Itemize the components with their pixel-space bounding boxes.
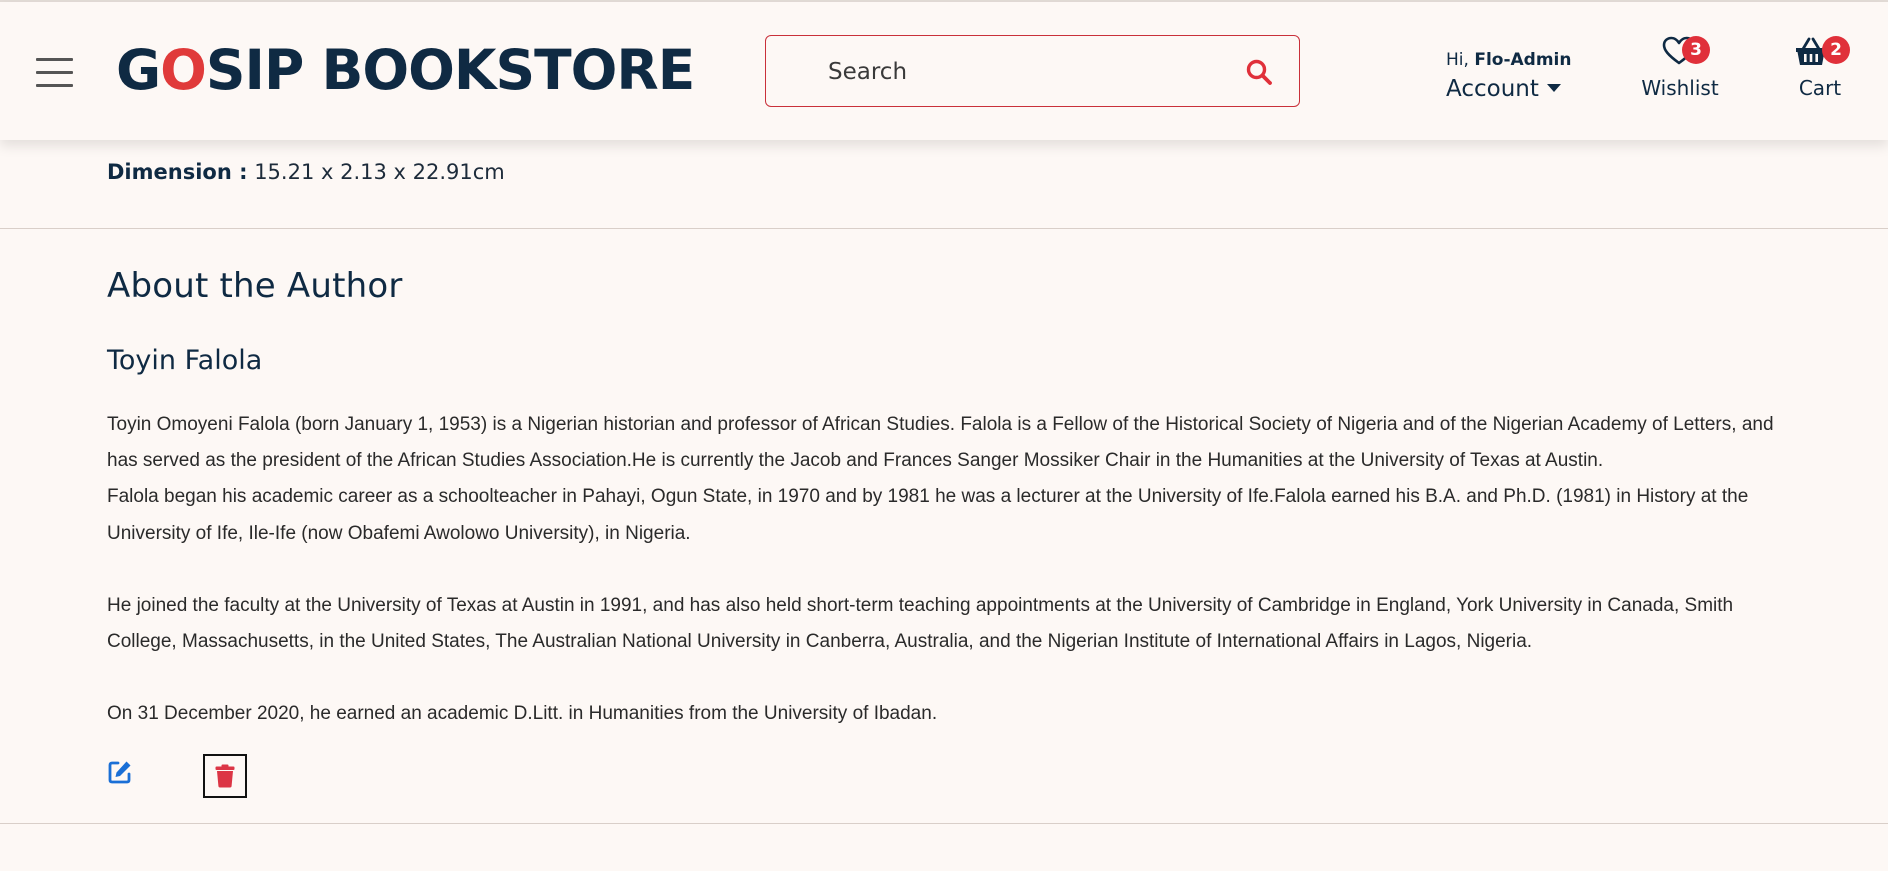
- bottom-divider: [0, 823, 1888, 824]
- wishlist-link[interactable]: 3 Wishlist: [1638, 32, 1722, 102]
- account-dropdown[interactable]: Account: [1446, 72, 1586, 106]
- wishlist-label: Wishlist: [1641, 76, 1719, 100]
- search-input[interactable]: [826, 36, 1230, 108]
- cart-label: Cart: [1798, 76, 1842, 100]
- search-icon[interactable]: [1245, 58, 1273, 86]
- author-name: Toyin Falola: [107, 345, 263, 376]
- trash-icon: [215, 764, 235, 788]
- dimension-value: 15.21 x 2.13 x 22.91cm: [254, 160, 505, 184]
- logo-text: SIP BOOKSTORE: [205, 38, 695, 102]
- site-header: GOSIP BOOKSTORE Hi, Flo-Admin Account 3 …: [0, 2, 1888, 140]
- bio-paragraph-3: He joined the faculty at the University …: [107, 594, 1734, 653]
- about-author-heading: About the Author: [107, 266, 403, 306]
- section-divider: [0, 228, 1888, 229]
- cart-icon-wrap: 2: [1790, 32, 1850, 70]
- hamburger-menu-icon[interactable]: [36, 58, 73, 88]
- bio-paragraph-2: Falola began his academic career as a sc…: [107, 486, 1749, 544]
- wishlist-count-badge: 3: [1682, 36, 1710, 64]
- account-label: Account: [1446, 76, 1539, 102]
- greeting-text: Hi,: [1446, 50, 1469, 70]
- caret-down-icon: [1546, 83, 1561, 92]
- bio-paragraph-4: On 31 December 2020, he earned an academ…: [107, 703, 938, 725]
- dimension-label: Dimension :: [107, 160, 248, 184]
- account-menu[interactable]: Hi, Flo-Admin Account: [1446, 48, 1586, 106]
- account-username: Flo-Admin: [1474, 50, 1572, 70]
- edit-icon[interactable]: [107, 759, 133, 785]
- search-box: [765, 35, 1300, 108]
- author-bio: Toyin Omoyeni Falola (born January 1, 19…: [107, 407, 1787, 732]
- account-greeting: Hi, Flo-Admin: [1446, 48, 1586, 72]
- logo-letter-o: O: [160, 38, 207, 102]
- site-logo[interactable]: GOSIP BOOKSTORE: [116, 34, 695, 106]
- dimension-row: Dimension : 15.21 x 2.13 x 22.91cm: [107, 160, 505, 184]
- cart-count-badge: 2: [1822, 36, 1850, 64]
- logo-letter-g: G: [116, 38, 161, 102]
- delete-button[interactable]: [203, 754, 247, 798]
- wishlist-icon-wrap: 3: [1638, 32, 1722, 70]
- cart-link[interactable]: 2 Cart: [1790, 32, 1850, 102]
- bio-paragraph-1: Toyin Omoyeni Falola (born January 1, 19…: [107, 414, 1774, 472]
